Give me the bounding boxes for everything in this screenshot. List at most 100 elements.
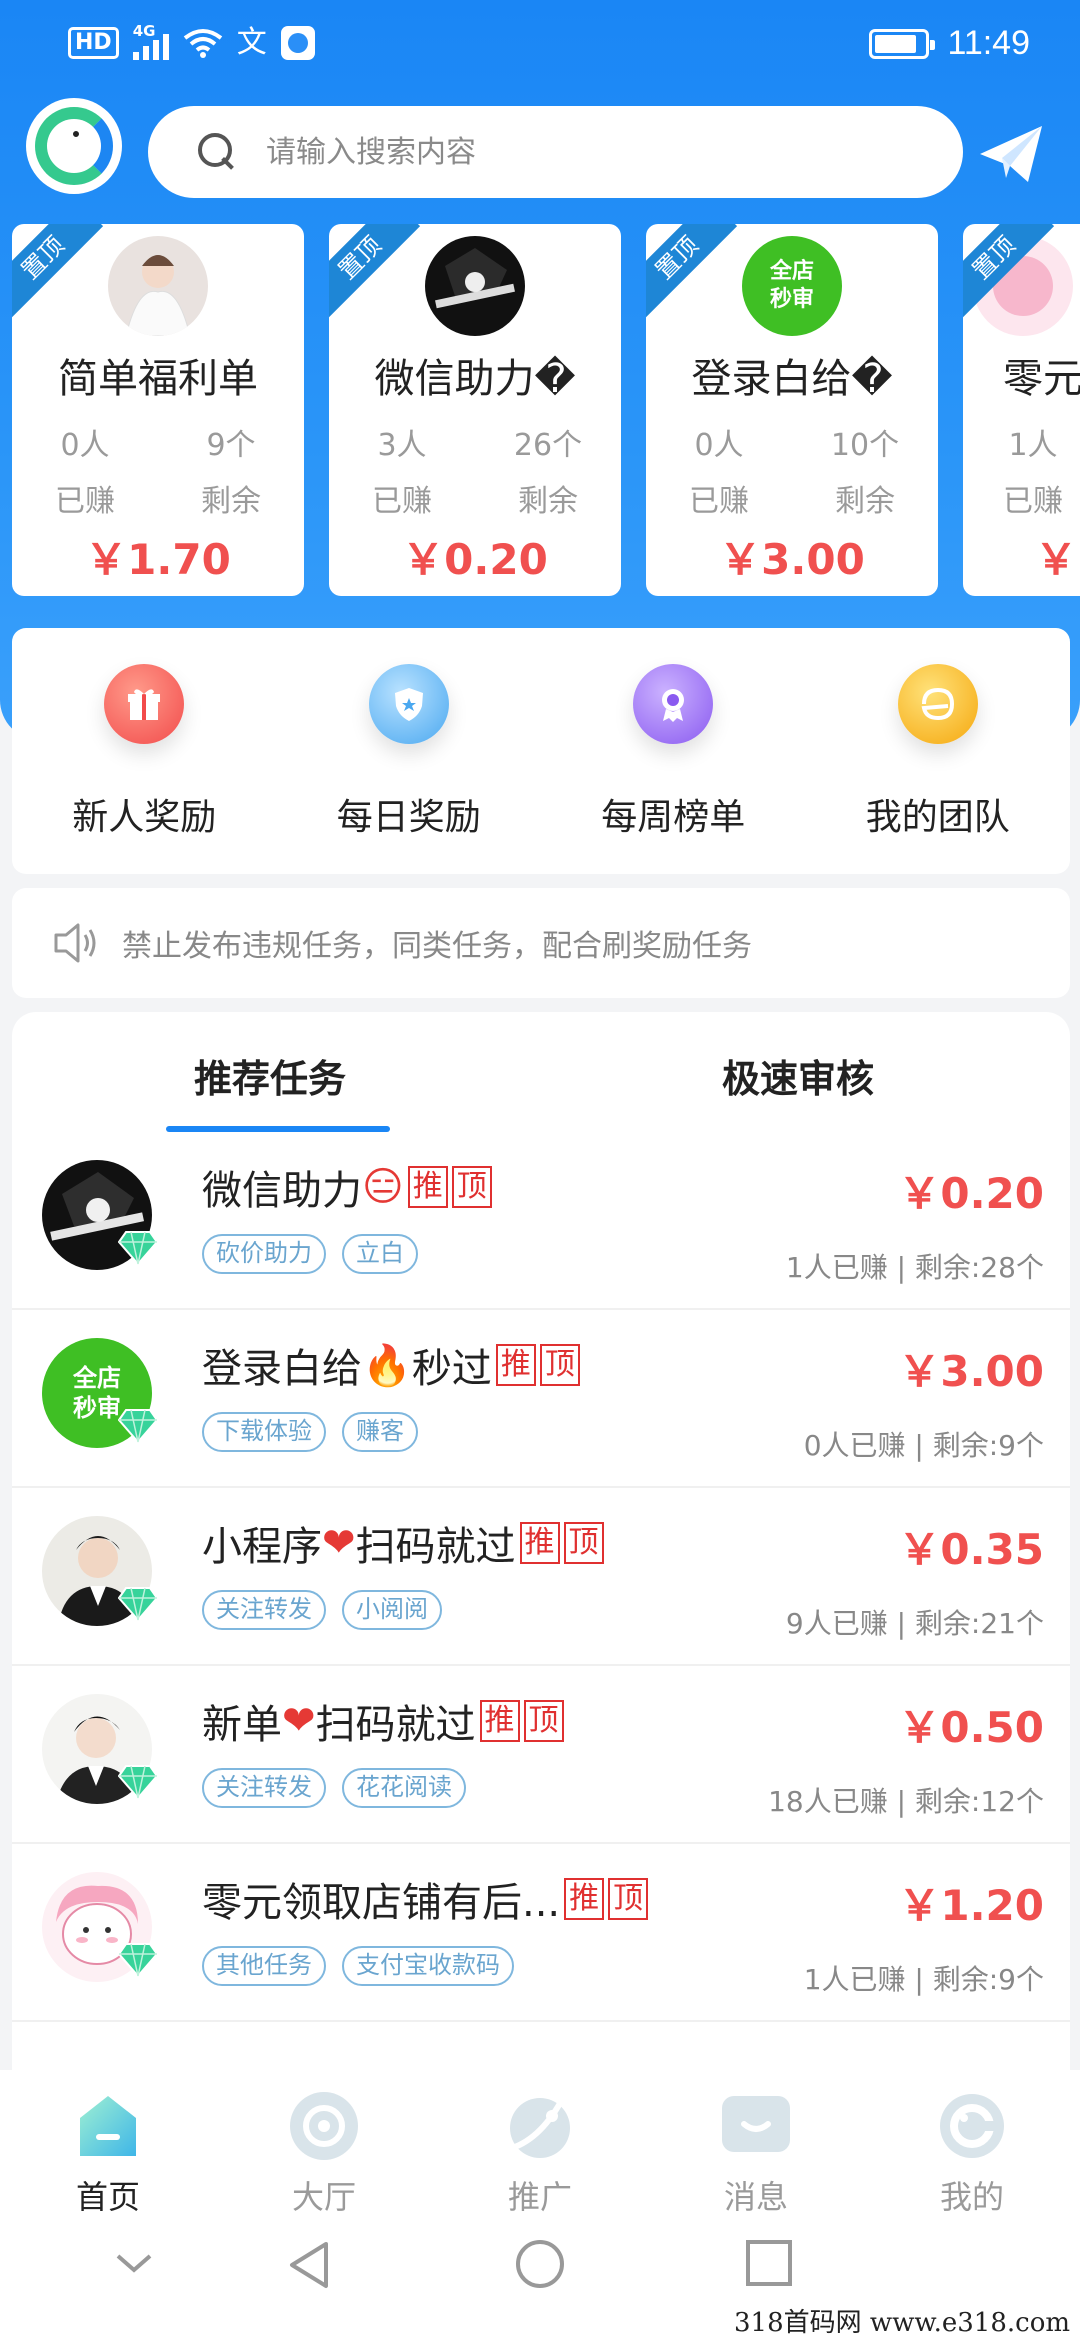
top-flag: 顶 — [523, 1700, 564, 1742]
nav-label: 推广 — [507, 2178, 572, 2216]
task-title-text: 扫码就过 — [355, 1524, 516, 1570]
task-tag: 小阅阅 — [342, 1590, 442, 1630]
quick-menu: 新人奖励 每日奖励 每周榜单 我的团队 — [12, 628, 1070, 874]
recent-apps-icon[interactable] — [744, 2238, 794, 2288]
home-icon — [80, 2096, 136, 2156]
pinned-task-card[interactable]: 置顶 简单福利单 0人 已赚 9个 剩余 ￥1.70 — [12, 224, 304, 596]
quick-menu-item-new-user-reward[interactable]: 新人奖励 — [12, 628, 277, 874]
task-avatar: 全店 秒审 — [742, 236, 842, 336]
task-title-text: 秒过 — [411, 1346, 492, 1392]
pinned-task-card[interactable]: 置顶 微信助力� 3人 已赚 26个 剩余 ￥0.20 — [329, 224, 621, 596]
task-price: ￥0.35 — [898, 1525, 1044, 1574]
earned-count: 3人 — [377, 428, 427, 463]
quick-menu-item-daily-reward[interactable]: 每日奖励 — [277, 628, 542, 874]
app-logo[interactable] — [26, 98, 122, 194]
recommend-flag: 推 — [407, 1166, 448, 1208]
cellular-signal-icon: 4G — [132, 22, 169, 60]
announcement-bar[interactable]: 禁止发布违规任务，同类任务，配合刷奖励任务 — [12, 888, 1070, 998]
top-flag: 顶 — [451, 1166, 492, 1208]
home-circle-icon[interactable] — [514, 2238, 566, 2290]
pinned-ribbon: 置顶 — [12, 224, 104, 319]
bottom-navigation: 首页 大厅 推广 消息 我的 — [0, 2070, 1080, 2220]
team-icon — [897, 664, 978, 744]
task-avatar — [425, 236, 525, 336]
diamond-icon — [118, 1943, 158, 1978]
battery-icon — [869, 28, 936, 59]
recommend-flag: 推 — [479, 1700, 520, 1742]
hall-icon — [290, 2092, 358, 2160]
task-tag: 赚客 — [342, 1412, 418, 1452]
nav-messages[interactable]: 消息 — [648, 2070, 864, 2220]
task-price: ￥3.00 — [898, 1347, 1044, 1396]
task-row[interactable]: 全店 秒审 登录白给 🔥 秒过 推 顶 下载体验 赚客 ￥3.00 0人已赚 |… — [12, 1310, 1070, 1488]
task-tabs: 推荐任务 极速审核 — [12, 1012, 1070, 1132]
shield-star-icon — [368, 664, 449, 744]
task-progress: 1人已赚 | 剩余:9个 — [803, 1963, 1044, 1996]
quick-menu-label: 每日奖励 — [336, 797, 481, 838]
task-tags: 其他任务 支付宝收款码 — [202, 1946, 514, 1986]
pinned-task-card[interactable]: 全店 秒审 置顶 登录白给� 0人 已赚 10个 剩余 ￥3.00 — [646, 224, 938, 596]
task-row[interactable]: 微信助力 😑 推 顶 砍价助力 立白 ￥0.20 1人已赚 | 剩余:28个 — [12, 1132, 1070, 1310]
nav-home[interactable]: 首页 — [0, 2070, 216, 2220]
remaining-label: 剩余 — [201, 484, 261, 519]
task-title-text: 登录白给 — [202, 1346, 362, 1392]
card-title: 零元 — [1003, 356, 1080, 402]
task-progress: 9人已赚 | 剩余:21个 — [785, 1607, 1044, 1640]
quick-menu-item-my-team[interactable]: 我的团队 — [806, 628, 1071, 874]
tab-recommended[interactable]: 推荐任务 — [194, 1048, 346, 1103]
diamond-icon — [118, 1231, 158, 1266]
input-method-icon: 文 — [236, 25, 267, 60]
nav-label: 大厅 — [291, 2178, 356, 2216]
nav-profile[interactable]: 我的 — [864, 2070, 1080, 2220]
task-row[interactable]: 新单 ❤ 扫码就过 推 顶 关注转发 花花阅读 ￥0.50 18人已赚 | 剩余… — [12, 1666, 1070, 1844]
back-icon[interactable] — [284, 2238, 334, 2292]
task-tag: 其他任务 — [202, 1946, 326, 1986]
task-title-emoji: ❤ — [282, 1698, 316, 1744]
earned-count: 0人 — [60, 428, 110, 463]
task-price: ￥1.20 — [898, 1881, 1044, 1930]
card-title: 简单福利单 — [58, 356, 258, 402]
pinned-task-carousel[interactable]: 置顶 简单福利单 0人 已赚 9个 剩余 ￥1.70 置顶 微信助力� 3人 已赚 2… — [12, 224, 1080, 598]
task-tag: 下载体验 — [202, 1412, 326, 1452]
task-row[interactable]: 小程序 ❤ 扫码就过 推 顶 关注转发 小阅阅 ￥0.35 9人已赚 | 剩余:… — [12, 1488, 1070, 1666]
tab-fast-review[interactable]: 极速审核 — [722, 1048, 874, 1103]
nav-label: 消息 — [723, 2178, 788, 2216]
collapse-icon[interactable] — [114, 2248, 154, 2278]
task-row[interactable]: 零元领取店铺有后... 推 顶 其他任务 支付宝收款码 ￥1.20 1人已赚 |… — [12, 1844, 1070, 2022]
earned-label: 已赚 — [1003, 484, 1063, 519]
task-row-partial[interactable] — [12, 2022, 1070, 2072]
watermark: 318首码网 www.e318.com — [734, 2308, 1070, 2338]
task-title-emoji: 🔥 — [362, 1342, 412, 1389]
top-flag: 顶 — [608, 1878, 649, 1920]
card-title: 微信助力� — [374, 356, 576, 402]
quick-menu-item-weekly-ranking[interactable]: 每周榜单 — [541, 628, 806, 874]
task-progress: 18人已赚 | 剩余:12个 — [768, 1785, 1044, 1818]
card-price: ￥0.20 — [402, 535, 548, 584]
nav-hall[interactable]: 大厅 — [216, 2070, 432, 2220]
recommend-flag: 推 — [519, 1522, 560, 1564]
task-progress: 1人已赚 | 剩余:28个 — [785, 1251, 1044, 1284]
nav-promote[interactable]: 推广 — [432, 2070, 648, 2220]
search-icon — [198, 133, 236, 171]
pinned-ribbon: 置顶 — [646, 224, 738, 319]
paper-plane-icon[interactable] — [976, 118, 1046, 188]
search-bar[interactable] — [148, 106, 963, 198]
remaining-count: 9个 — [206, 428, 256, 463]
pinned-task-card[interactable]: 置顶 零元 1人 已赚 ￥ — [963, 224, 1080, 596]
recommend-flag: 推 — [564, 1878, 605, 1920]
task-price: ￥0.20 — [898, 1169, 1044, 1218]
earned-label: 已赚 — [55, 484, 115, 519]
recommend-flag: 推 — [495, 1344, 536, 1386]
avatar-text: 全店 — [769, 259, 814, 284]
status-time: 11:49 — [947, 24, 1030, 62]
avatar-text: 秒审 — [73, 1394, 121, 1422]
search-input[interactable] — [266, 134, 866, 170]
task-list: 微信助力 😑 推 顶 砍价助力 立白 ￥0.20 1人已赚 | 剩余:28个 全… — [12, 1132, 1070, 2072]
card-price: ￥3.00 — [719, 535, 865, 584]
task-tags: 关注转发 小阅阅 — [202, 1590, 442, 1630]
avatar-text: 全店 — [73, 1364, 121, 1392]
remaining-count: 26个 — [513, 428, 583, 463]
avatar-text: 秒审 — [769, 287, 814, 312]
message-icon — [722, 2096, 790, 2152]
task-title: 零元领取店铺有后... 推 顶 — [202, 1870, 649, 1928]
